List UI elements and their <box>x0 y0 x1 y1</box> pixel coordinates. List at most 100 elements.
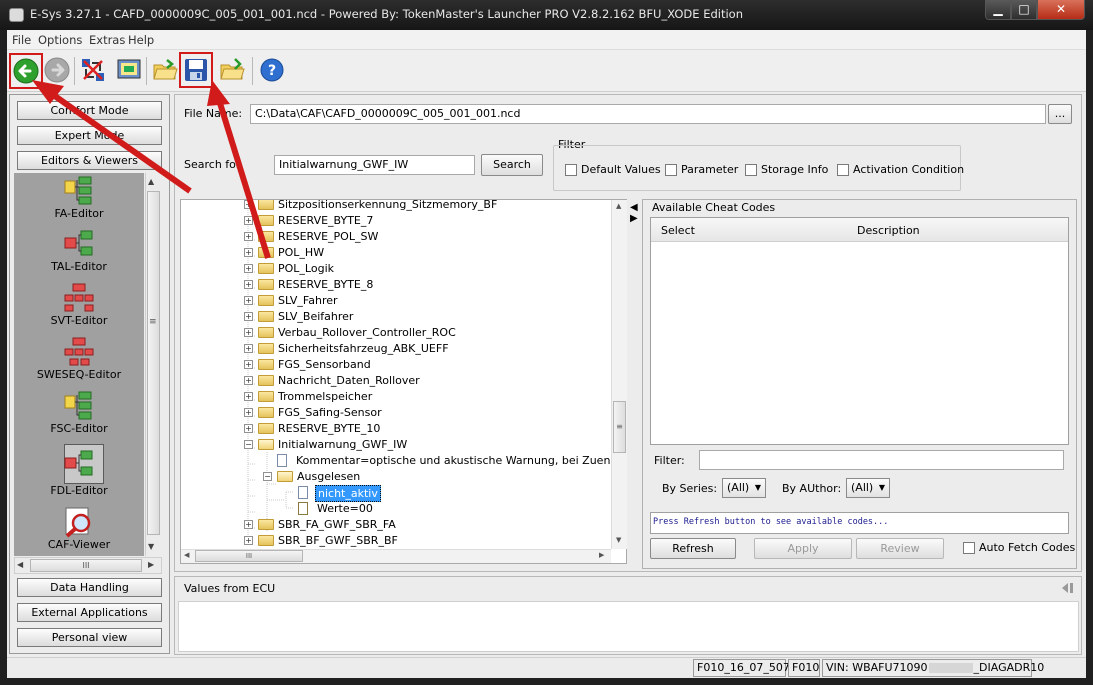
personal-view-button[interactable]: Personal view <box>17 628 162 647</box>
open-file-button[interactable] <box>216 54 248 86</box>
by-series-value: (All) <box>727 481 750 494</box>
menu-help[interactable]: Help <box>128 33 154 47</box>
folder-icon <box>258 295 274 306</box>
search-button[interactable]: Search <box>481 154 543 176</box>
column-description[interactable]: Description <box>857 224 920 237</box>
menu-options[interactable]: Options <box>38 33 82 47</box>
tal-editor-icon <box>63 228 95 260</box>
cheat-filter-input[interactable] <box>699 450 1064 470</box>
default-values-checkbox[interactable] <box>565 164 577 176</box>
help-button[interactable]: ? <box>256 54 288 86</box>
folder-icon <box>258 311 274 322</box>
editors-vertical-scrollbar[interactable]: ▲ ≡ ▼ <box>145 173 162 556</box>
apply-button[interactable]: Apply <box>754 538 852 559</box>
tree-node[interactable]: + RESERVE_BYTE_10 <box>244 421 624 437</box>
fdl-editor-item[interactable]: FDL-Editor <box>14 448 144 497</box>
scroll-right-arrow-icon[interactable]: ▶ <box>599 551 604 559</box>
scroll-up-arrow-icon[interactable]: ▲ <box>148 177 154 186</box>
scroll-left-arrow-icon[interactable]: ◀ <box>17 560 23 569</box>
column-select[interactable]: Select <box>661 224 695 237</box>
scroll-left-arrow-icon[interactable]: ◀ <box>184 551 189 559</box>
tree-node[interactable]: + RESERVE_BYTE_8 <box>244 277 624 293</box>
scroll-thumb[interactable] <box>147 191 160 535</box>
scroll-down-arrow-icon[interactable]: ▼ <box>616 536 621 544</box>
review-button[interactable]: Review <box>856 538 944 559</box>
storage-info-checkbox[interactable] <box>745 164 757 176</box>
maximize-button[interactable]: □ <box>1011 0 1037 20</box>
tree-node[interactable]: + POL_Logik <box>244 261 624 277</box>
folder-icon <box>258 200 274 210</box>
file-name-field[interactable]: C:\Data\CAF\CAFD_0000009C_005_001_001.nc… <box>250 104 1046 124</box>
parameter-checkbox[interactable] <box>665 164 677 176</box>
auto-fetch-checkbox[interactable] <box>963 542 975 554</box>
fsc-editor-item[interactable]: FSC-Editor <box>14 390 144 435</box>
title-bar[interactable]: E-Sys 3.27.1 - CAFD_0000009C_005_001_001… <box>0 0 1093 30</box>
tree-node[interactable]: + RESERVE_BYTE_7 <box>244 213 624 229</box>
dock-arrow-icon[interactable] <box>1059 580 1075 596</box>
scroll-thumb[interactable]: III <box>195 550 303 562</box>
external-applications-button[interactable]: External Applications <box>17 603 162 622</box>
tree-node[interactable]: + FGS_Sensorband <box>244 357 624 373</box>
vehicle-order-button[interactable] <box>113 54 145 86</box>
tree-node[interactable]: + Verbau_Rollover_Controller_ROC <box>244 325 624 341</box>
tree-node[interactable]: + SLV_Beifahrer <box>244 309 624 325</box>
tree-node[interactable]: + RESERVE_POL_SW <box>244 229 624 245</box>
expand-right-icon[interactable]: ▶ <box>630 213 638 224</box>
tree-node[interactable]: + Sicherheitsfahrzeug_ABK_UEFF <box>244 341 624 357</box>
tal-editor-label: TAL-Editor <box>51 260 107 273</box>
tree-node-value[interactable]: Werte=00 <box>284 501 584 517</box>
forward-arrow-icon <box>44 57 70 83</box>
close-button[interactable]: ✕ <box>1037 0 1085 20</box>
tree-node[interactable]: + FGS_Safing-Sensor <box>244 405 624 421</box>
tree-horizontal-scrollbar[interactable]: ◀ III ▶ <box>181 549 611 563</box>
forward-button[interactable] <box>41 54 73 86</box>
browse-button[interactable]: ... <box>1048 104 1072 124</box>
sweseq-editor-icon <box>63 336 95 368</box>
back-button[interactable] <box>9 53 43 89</box>
data-handling-button[interactable]: Data Handling <box>17 578 162 597</box>
scroll-thumb[interactable]: III <box>30 559 142 572</box>
scroll-right-arrow-icon[interactable]: ▶ <box>148 560 154 569</box>
scroll-thumb[interactable]: ≡ <box>613 401 626 453</box>
editors-horizontal-scrollbar[interactable]: ◀ III ▶ <box>14 557 162 574</box>
collapse-left-icon[interactable]: ◀ <box>630 202 638 213</box>
tree-node[interactable]: + Sitzpositionserkennung_Sitzmemory_BF <box>244 200 624 213</box>
menu-file[interactable]: File <box>12 33 31 47</box>
tal-editor-item[interactable]: TAL-Editor <box>14 228 144 273</box>
tree-node[interactable]: + SBR_BF_GWF_SBR_BF <box>244 533 624 549</box>
minimize-button[interactable]: ▁ <box>985 0 1011 20</box>
tree-node-expanded[interactable]: − Ausgelesen <box>263 469 623 485</box>
activation-condition-checkbox[interactable] <box>837 164 849 176</box>
svt-editor-label: SVT-Editor <box>50 314 108 327</box>
tree-node-selected[interactable]: nicht_aktiv <box>284 485 584 502</box>
expert-mode-button[interactable]: Expert Mode <box>17 126 162 145</box>
open-folder-button[interactable] <box>149 54 181 86</box>
svt-editor-item[interactable]: SVT-Editor <box>14 282 144 327</box>
by-series-select[interactable]: (All) ▼ <box>722 478 766 498</box>
connect-button[interactable] <box>77 54 109 86</box>
scroll-down-arrow-icon[interactable]: ▼ <box>148 542 154 551</box>
comfort-mode-button[interactable]: Comfort Mode <box>17 101 162 120</box>
tree-node[interactable]: + SBR_FA_GWF_SBR_FA <box>244 517 624 533</box>
tree-node[interactable]: + POL_HW <box>244 245 624 261</box>
tree-vertical-scrollbar[interactable]: ▲ ≡ ▼ <box>611 200 627 549</box>
tree-node[interactable]: + SLV_Fahrer <box>244 293 624 309</box>
sweseq-editor-item[interactable]: SWESEQ-Editor <box>14 336 144 381</box>
menu-extras[interactable]: Extras <box>89 33 125 47</box>
save-icon <box>185 59 207 81</box>
tree-node-comment[interactable]: Kommentar=optische und akustische Warnun… <box>265 453 626 469</box>
tree-node-expanded[interactable]: − Initialwarnung_GWF_IW <box>244 437 624 453</box>
refresh-button[interactable]: Refresh <box>650 538 736 559</box>
cheat-codes-table[interactable]: Select Description <box>650 217 1069 445</box>
editors-viewers-button[interactable]: Editors & Viewers <box>17 151 162 170</box>
save-button[interactable] <box>179 52 213 88</box>
caf-viewer-item[interactable]: CAF-Viewer <box>14 506 144 551</box>
scroll-up-arrow-icon[interactable]: ▲ <box>616 202 621 210</box>
cheat-status-text: Press Refresh button to see available co… <box>650 512 1069 534</box>
by-author-select[interactable]: (All) ▼ <box>846 478 890 498</box>
tree-node[interactable]: + Nachricht_Daten_Rollover <box>244 373 624 389</box>
search-input[interactable]: Initialwarnung_GWF_IW <box>274 155 475 175</box>
cafd-tree[interactable]: + Sitzpositionserkennung_Sitzmemory_BF + R… <box>180 199 627 564</box>
tree-node[interactable]: + Trommelspeicher <box>244 389 624 405</box>
fa-editor-item[interactable]: FA-Editor <box>14 175 144 220</box>
